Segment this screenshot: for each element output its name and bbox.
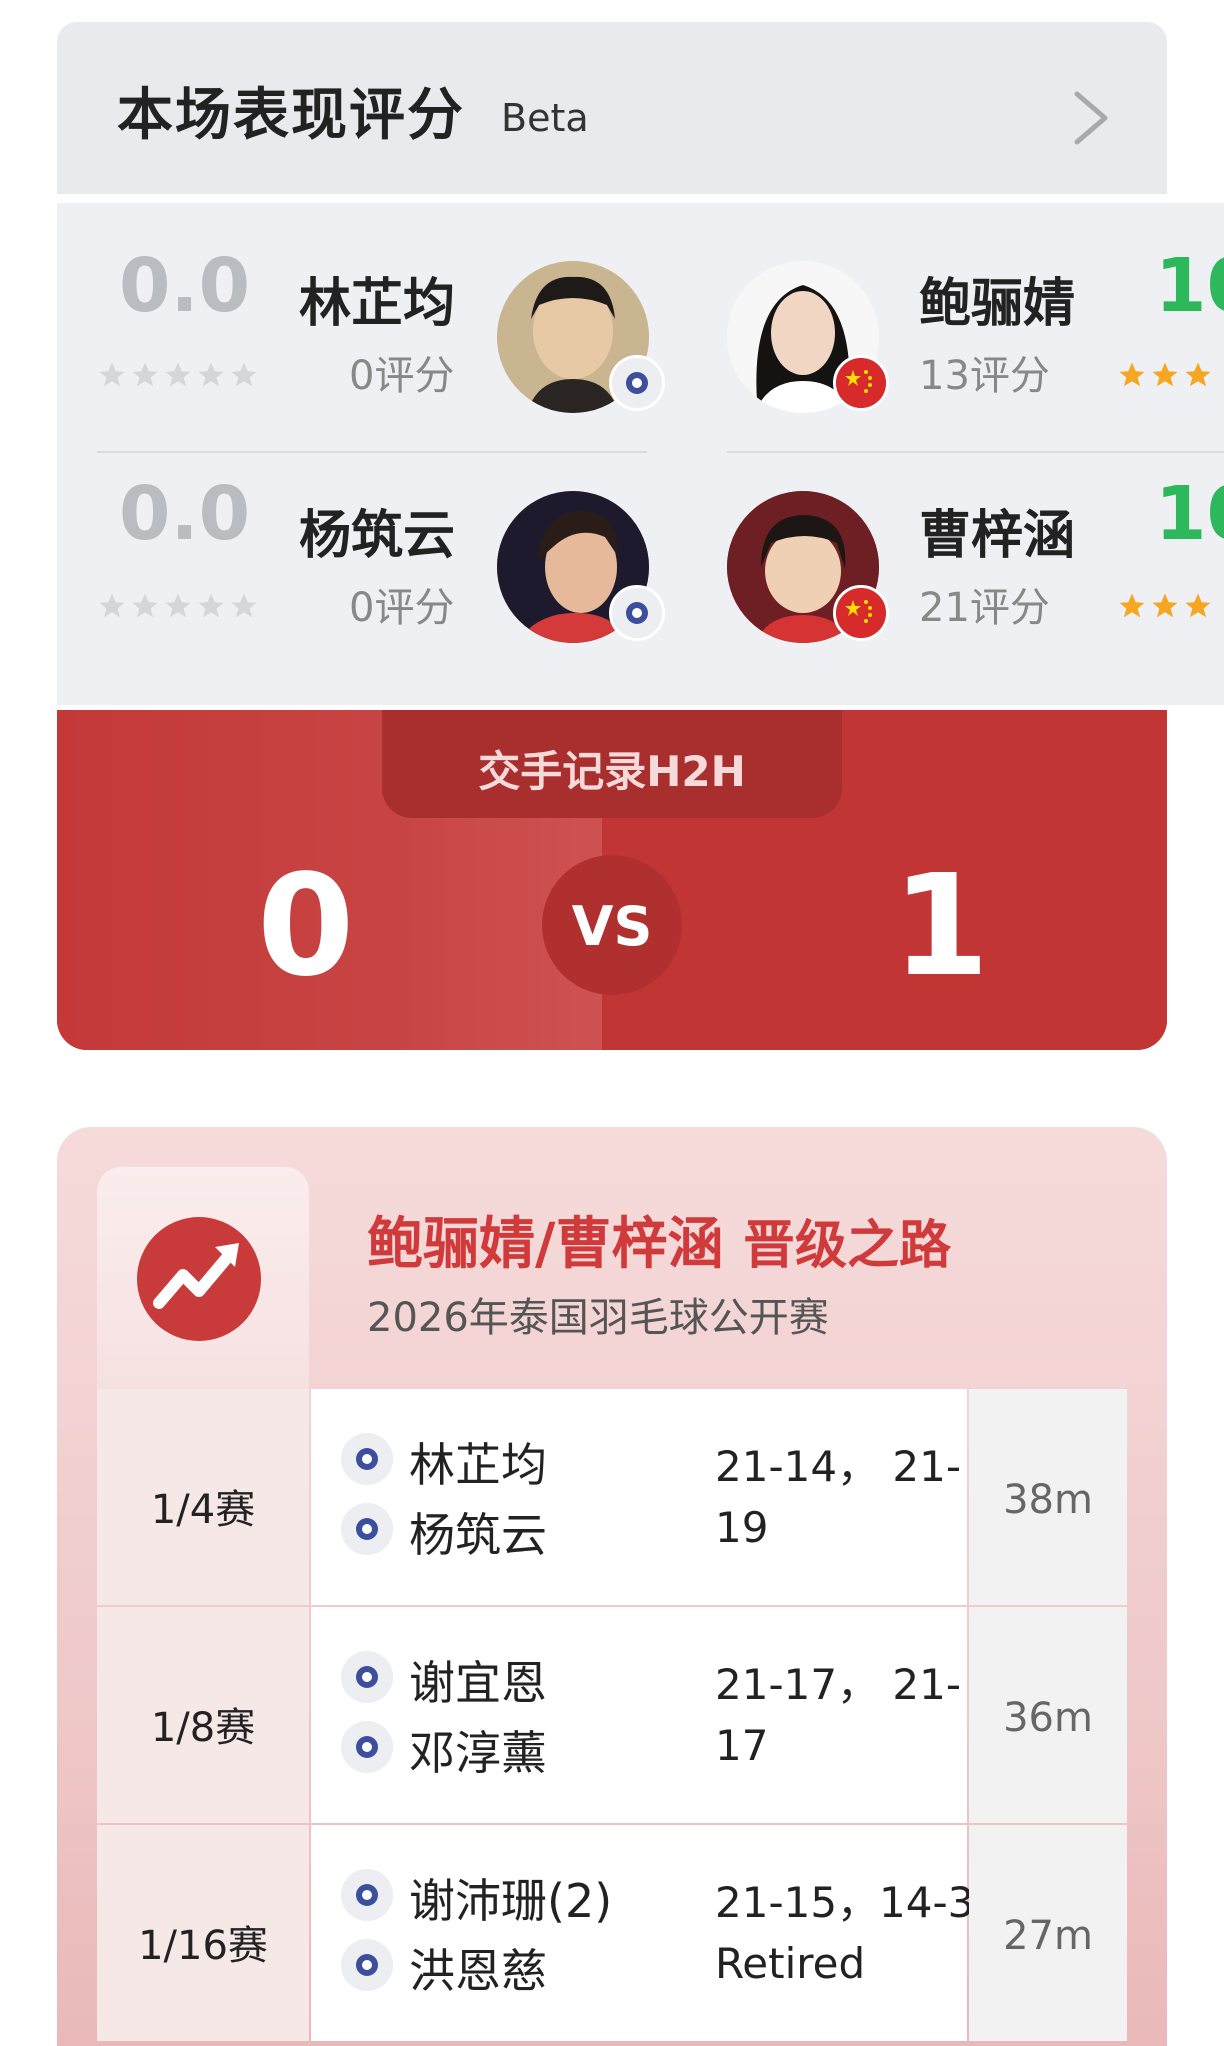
match-duration: 27m (1003, 1913, 1093, 1959)
divider (727, 451, 1224, 453)
vs-badge: VS (542, 855, 682, 995)
star-icon (1152, 362, 1178, 387)
star-icon (132, 593, 158, 618)
player-name[interactable]: 林芷均 (299, 261, 455, 336)
player-score: 10 (1155, 471, 1224, 557)
road-card: 鲍骊婧/曹梓涵 晋级之路 2026年泰国羽毛球公开赛 1/4赛 林芷均 杨筑云 … (57, 1127, 1167, 2046)
round-cell: 1/8赛 (97, 1607, 309, 1823)
player-name[interactable]: 鲍骊婧 (919, 261, 1075, 336)
star-rating (97, 591, 259, 621)
rating-count: 0评分 (349, 585, 455, 631)
star-rating (97, 360, 259, 390)
tpe-flag-icon (341, 1651, 393, 1703)
h2h-right-score: 1 (892, 845, 990, 1008)
opponent-name: 杨筑云 (409, 1508, 547, 1562)
tpe-flag-icon (341, 1721, 393, 1773)
opponent-name: 洪恩慈 (409, 1944, 547, 1998)
road-title-suffix: 晋级之路 (742, 1216, 951, 1276)
rating-count: 13评分 (919, 353, 1050, 399)
opponent-name: 谢沛珊(2) (409, 1874, 613, 1928)
star-icon (198, 362, 224, 387)
star-icon (99, 362, 125, 387)
rating-header[interactable]: 本场表现评分 Beta (57, 22, 1167, 194)
match-score: 21-15，14-3 (715, 1878, 975, 1927)
opponent-name: 谢宜恩 (409, 1656, 547, 1710)
opponent-name: 邓淳薰 (409, 1726, 547, 1780)
match-duration: 38m (1003, 1477, 1093, 1523)
chn-flag-icon (833, 355, 889, 411)
duration-cell: 38m (969, 1389, 1127, 1605)
tpe-flag-icon (341, 1939, 393, 1991)
chn-flag-icon (833, 585, 889, 641)
match-score: 21-17， 21- (715, 1660, 961, 1709)
match-score: 17 (715, 1721, 769, 1770)
star-icon (165, 593, 191, 618)
star-icon (1152, 593, 1178, 618)
road-icon-box (97, 1167, 309, 1407)
tpe-flag-icon (341, 1869, 393, 1921)
player-score: 0.0 (119, 471, 251, 557)
tpe-flag-icon (341, 1503, 393, 1555)
star-icon (1119, 362, 1145, 387)
h2h-card[interactable]: 交手记录H2H 0 VS 1 (57, 710, 1167, 1050)
match-row[interactable]: 谢宜恩 邓淳薰 21-17， 21- 17 (311, 1607, 967, 1823)
tpe-flag-icon (609, 585, 665, 641)
tournament-name: 2026年泰国羽毛球公开赛 (367, 1295, 829, 1341)
round-label: 1/8赛 (150, 1705, 256, 1751)
beta-badge: Beta (501, 96, 589, 140)
page: 本场表现评分 Beta 0.0 林芷均 0评分 0.0 杨筑云 0评分 鲍骊婧 … (0, 0, 1224, 2046)
road-title: 鲍骊婧/曹梓涵 晋级之路 (367, 1199, 951, 1280)
vs-text: VS (571, 895, 653, 958)
player-ratings-panel: 0.0 林芷均 0评分 0.0 杨筑云 0评分 鲍骊婧 13评分 1 曹梓涵 2… (57, 203, 1224, 705)
star-icon (1119, 593, 1145, 618)
star-icon (165, 362, 191, 387)
match-score: 21-14， 21- (715, 1442, 961, 1491)
opponent-name: 林芷均 (409, 1438, 547, 1492)
match-row[interactable]: 谢沛珊(2) 洪恩慈 21-15，14-3 Retired (311, 1825, 974, 2041)
duration-cell: 36m (969, 1607, 1127, 1823)
h2h-tab[interactable]: 交手记录H2H (382, 710, 842, 818)
player-name[interactable]: 曹梓涵 (919, 493, 1075, 568)
divider (97, 451, 647, 453)
star-icon (1185, 593, 1211, 618)
star-icon (99, 593, 125, 618)
duration-cell: 27m (969, 1825, 1127, 2041)
player-name[interactable]: 杨筑云 (299, 493, 455, 568)
match-duration: 36m (1003, 1695, 1093, 1741)
player-score: 10 (1155, 243, 1224, 329)
round-cell: 1/16赛 (97, 1825, 309, 2041)
trend-up-icon (137, 1217, 261, 1341)
round-cell: 1/4赛 (97, 1389, 309, 1605)
chevron-right-icon[interactable] (1067, 88, 1115, 148)
round-label: 1/4赛 (150, 1487, 256, 1533)
rating-count: 0评分 (349, 353, 455, 399)
rating-title: 本场表现评分 (117, 83, 465, 148)
road-title-names: 鲍骊婧/曹梓涵 (367, 1212, 724, 1277)
match-score: 19 (715, 1503, 769, 1552)
star-rating (1117, 360, 1213, 390)
star-icon (231, 593, 257, 618)
player-score: 0.0 (119, 243, 251, 329)
h2h-left-score: 0 (257, 845, 355, 1008)
star-icon (198, 593, 224, 618)
tpe-flag-icon (609, 355, 665, 411)
match-row[interactable]: 林芷均 杨筑云 21-14， 21- 19 (311, 1389, 967, 1605)
match-score: Retired (715, 1939, 866, 1988)
star-icon (231, 362, 257, 387)
round-label: 1/16赛 (138, 1923, 268, 1969)
star-rating (1117, 591, 1213, 621)
star-icon (132, 362, 158, 387)
rating-count: 21评分 (919, 585, 1050, 631)
tpe-flag-icon (341, 1433, 393, 1485)
h2h-label: 交手记录H2H (478, 747, 746, 796)
star-icon (1185, 362, 1211, 387)
